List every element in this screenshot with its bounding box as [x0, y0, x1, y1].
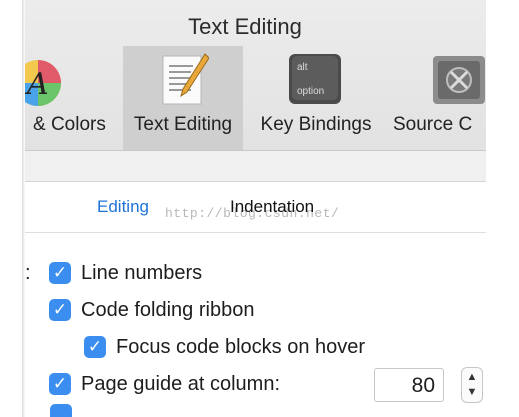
tab-label: Key Bindings	[260, 114, 372, 135]
focus-blocks-label: Focus code blocks on hover	[116, 336, 366, 358]
page-guide-column-input[interactable]: 80	[374, 368, 444, 402]
code-folding-label: Code folding ribbon	[81, 299, 255, 321]
tab-key-bindings[interactable]: alt option Key Bindings	[251, 46, 381, 150]
tab-source-control[interactable]: Source C	[389, 46, 486, 150]
segment-indentation[interactable]: Indentation	[230, 197, 314, 217]
key-bottom-label: option	[297, 86, 324, 97]
key-top-label: alt	[297, 62, 308, 73]
window-title: Text Editing	[188, 14, 302, 39]
palette-letter: A	[25, 67, 49, 102]
next-option-checkbox[interactable]	[50, 404, 72, 417]
left-edge	[0, 0, 25, 417]
page-guide-label: Page guide at column:	[81, 373, 281, 395]
sub-bar	[25, 151, 486, 182]
divider	[25, 232, 486, 233]
chevron-up-icon[interactable]: ▲	[462, 371, 482, 383]
tab-label: Text Editing	[133, 114, 233, 135]
focus-blocks-row: ✓ Focus code blocks on hover	[84, 336, 486, 364]
label-colon: :	[25, 262, 31, 284]
text-editing-icon	[161, 52, 210, 113]
tab-text-editing[interactable]: Text Editing	[123, 46, 243, 150]
focus-blocks-checkbox[interactable]: ✓	[84, 336, 106, 358]
tab-fonts-colors[interactable]: A & Colors	[25, 46, 119, 150]
code-folding-checkbox[interactable]: ✓	[49, 299, 71, 321]
content-area: Editing http://blog.csdn.net/ Indentatio…	[25, 182, 486, 417]
line-numbers-row: : ✓ Line numbers	[25, 262, 486, 290]
page-guide-checkbox[interactable]: ✓	[49, 373, 71, 395]
page-guide-stepper[interactable]: ▲ ▼	[461, 367, 483, 403]
code-folding-row: ✓ Code folding ribbon	[49, 299, 486, 327]
page-guide-row: ✓ Page guide at column: 80 ▲ ▼	[49, 367, 486, 403]
tab-label: Source C	[393, 114, 473, 135]
segment-editing[interactable]: Editing	[97, 197, 149, 217]
keyboard-key-icon: alt option	[287, 52, 343, 113]
toolbar: Text Editing A & Colors Text Editing alt…	[25, 0, 486, 151]
color-palette-icon: A	[25, 58, 63, 113]
right-edge	[486, 0, 519, 417]
source-control-icon	[431, 52, 486, 113]
line-numbers-checkbox[interactable]: ✓	[49, 262, 71, 284]
line-numbers-label: Line numbers	[81, 262, 203, 284]
chevron-down-icon[interactable]: ▼	[462, 386, 482, 398]
tab-label: & Colors	[33, 114, 106, 135]
preferences-window: Text Editing A & Colors Text Editing alt…	[25, 0, 486, 417]
